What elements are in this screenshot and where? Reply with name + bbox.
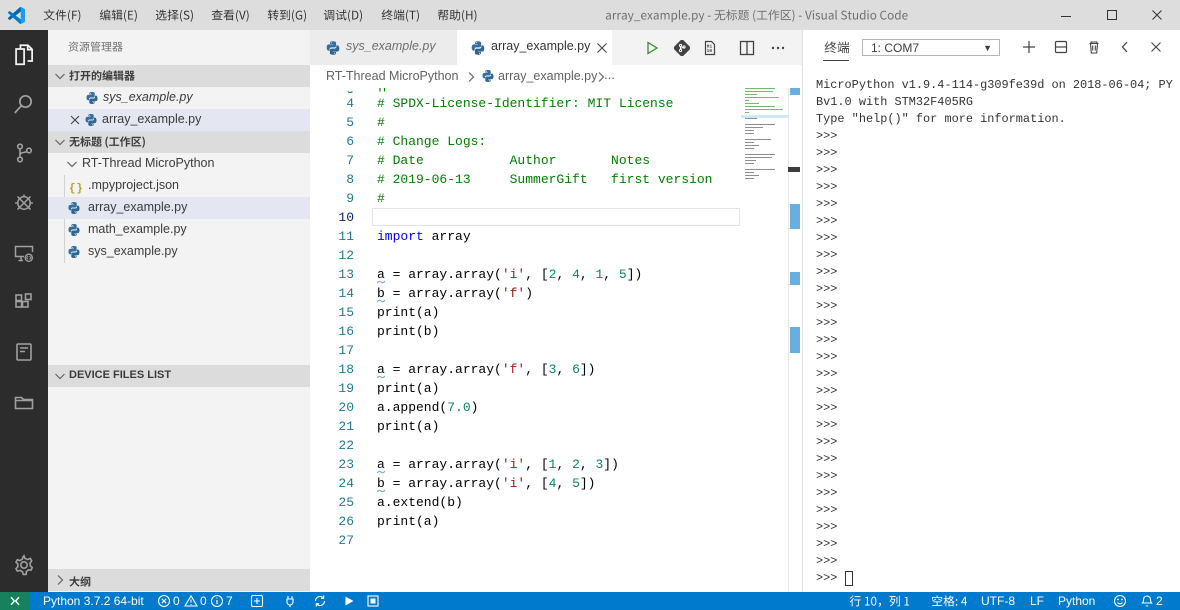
svg-text:10: 10	[707, 48, 713, 54]
